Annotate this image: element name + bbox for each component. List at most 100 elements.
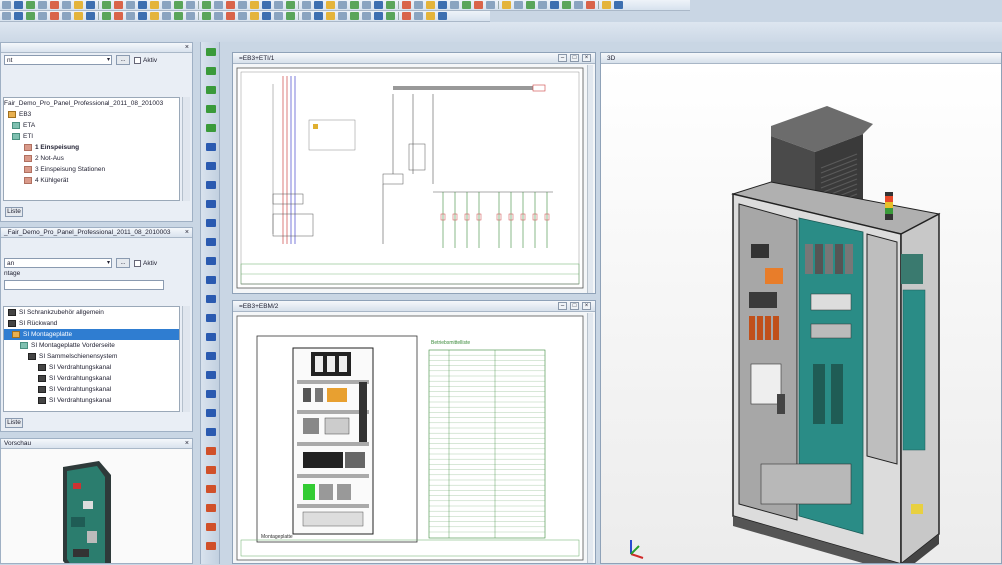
- toolbar-button-icon[interactable]: [2, 12, 11, 20]
- toolbar-button-icon[interactable]: [162, 1, 171, 9]
- toolbar-button-icon[interactable]: [614, 1, 623, 9]
- toolbar-button-icon[interactable]: [414, 1, 423, 9]
- toolbar-button-icon[interactable]: [362, 1, 371, 9]
- drawing-tool-icon[interactable]: [206, 314, 216, 322]
- toolbar-button-icon[interactable]: [362, 12, 371, 20]
- toolbar-button-icon[interactable]: [74, 12, 83, 20]
- toolbar-button-icon[interactable]: [574, 1, 583, 9]
- toolbar-button-icon[interactable]: [126, 1, 135, 9]
- toolbar-button-icon[interactable]: [314, 1, 323, 9]
- tree-item[interactable]: ETA: [4, 120, 179, 131]
- tree-item[interactable]: SI Verdrahtungskanal: [4, 384, 179, 395]
- drawing-tool-icon[interactable]: [206, 124, 216, 132]
- tree-scrollbar[interactable]: [182, 97, 190, 201]
- close-button[interactable]: ×: [582, 54, 591, 62]
- toolbar-button-icon[interactable]: [450, 1, 459, 9]
- close-icon[interactable]: ×: [185, 228, 189, 238]
- filter-options-button[interactable]: ...: [116, 258, 130, 268]
- drawing-tool-icon[interactable]: [206, 86, 216, 94]
- toolbar-button-icon[interactable]: [350, 12, 359, 20]
- toolbar-button-icon[interactable]: [562, 1, 571, 9]
- vertical-scrollbar[interactable]: [587, 313, 593, 563]
- toolbar-button-icon[interactable]: [262, 1, 271, 9]
- toolbar-button-icon[interactable]: [126, 12, 135, 20]
- toolbar-button-icon[interactable]: [374, 1, 383, 9]
- tree-scrollbar[interactable]: [182, 306, 190, 412]
- toolbar-button-icon[interactable]: [438, 12, 447, 20]
- drawing-tool-icon[interactable]: [206, 390, 216, 398]
- toolbar-button-icon[interactable]: [214, 1, 223, 9]
- tree-item[interactable]: SI Verdrahtungskanal: [4, 362, 179, 373]
- toolbar-button-icon[interactable]: [302, 1, 311, 9]
- toolbar-button-icon[interactable]: [174, 1, 183, 9]
- tree-item[interactable]: 2 Not-Aus: [4, 153, 179, 164]
- toolbar-button-icon[interactable]: [262, 12, 271, 20]
- toolbar-button-icon[interactable]: [186, 1, 195, 9]
- active-checkbox[interactable]: Aktiv: [134, 56, 157, 64]
- layout-tree[interactable]: SI Schrankzubehör allgemein SI Rückwand SI…: [3, 306, 180, 412]
- toolbar-button-icon[interactable]: [102, 1, 111, 9]
- drawing-tool-icon[interactable]: [206, 295, 216, 303]
- toolbar-button-icon[interactable]: [2, 1, 11, 9]
- checkbox-box[interactable]: [134, 259, 141, 267]
- tree-item[interactable]: 3 Einspeisung Stationen: [4, 164, 179, 175]
- toolbar-button-icon[interactable]: [138, 1, 147, 9]
- tree-item[interactable]: 1 Einspeisung: [4, 142, 179, 153]
- toolbar-button-icon[interactable]: [402, 12, 411, 20]
- drawing-tool-icon[interactable]: [206, 352, 216, 360]
- toolbar-button-icon[interactable]: [302, 12, 311, 20]
- drawing-tool-icon[interactable]: [206, 485, 216, 493]
- close-icon[interactable]: ×: [185, 43, 189, 53]
- toolbar-button-icon[interactable]: [74, 1, 83, 9]
- toolbar-button-icon[interactable]: [86, 1, 95, 9]
- toolbar-button-icon[interactable]: [250, 1, 259, 9]
- toolbar-button-icon[interactable]: [26, 12, 35, 20]
- toolbar-button-icon[interactable]: [238, 12, 247, 20]
- list-button[interactable]: Liste: [5, 207, 23, 217]
- toolbar-button-icon[interactable]: [502, 1, 511, 9]
- close-icon[interactable]: ×: [185, 439, 189, 449]
- drawing-tool-icon[interactable]: [206, 542, 216, 550]
- toolbar-button-icon[interactable]: [238, 1, 247, 9]
- toolbar-button-icon[interactable]: [338, 12, 347, 20]
- drawing-tool-icon[interactable]: [206, 371, 216, 379]
- list-button[interactable]: Liste: [5, 418, 23, 428]
- toolbar-button-icon[interactable]: [114, 12, 123, 20]
- toolbar-button-icon[interactable]: [514, 1, 523, 9]
- toolbar-button-icon[interactable]: [286, 12, 295, 20]
- tree-item[interactable]: SI Schrankzubehör allgemein: [4, 307, 179, 318]
- tree-item[interactable]: SI Montageplatte Vorderseite: [4, 340, 179, 351]
- drawing-tool-icon[interactable]: [206, 447, 216, 455]
- toolbar-button-icon[interactable]: [438, 1, 447, 9]
- toolbar-button-icon[interactable]: [426, 12, 435, 20]
- toolbar-button-icon[interactable]: [350, 1, 359, 9]
- toolbar-button-icon[interactable]: [50, 1, 59, 9]
- tree-item[interactable]: SI Montageplatte: [4, 329, 179, 340]
- toolbar-button-icon[interactable]: [414, 12, 423, 20]
- toolbar-button-icon[interactable]: [426, 1, 435, 9]
- drawing-tool-icon[interactable]: [206, 409, 216, 417]
- toolbar-button-icon[interactable]: [374, 12, 383, 20]
- tree-item[interactable]: SI Verdrahtungskanal: [4, 395, 179, 406]
- drawing-tool-icon[interactable]: [206, 105, 216, 113]
- toolbar-button-icon[interactable]: [314, 12, 323, 20]
- drawing-tool-icon[interactable]: [206, 143, 216, 151]
- tree-item[interactable]: SI Rückwand: [4, 318, 179, 329]
- tree-item[interactable]: SI Sammelschienensystem: [4, 351, 179, 362]
- toolbar-button-icon[interactable]: [114, 1, 123, 9]
- cabinet-3d-model[interactable]: [601, 64, 1001, 565]
- toolbar-button-icon[interactable]: [174, 12, 183, 20]
- toolbar-button-icon[interactable]: [538, 1, 547, 9]
- maximize-button[interactable]: □: [570, 302, 579, 310]
- maximize-button[interactable]: □: [570, 54, 579, 62]
- toolbar-button-icon[interactable]: [186, 12, 195, 20]
- drawing-tool-icon[interactable]: [206, 67, 216, 75]
- toolbar-button-icon[interactable]: [402, 1, 411, 9]
- toolbar-button-icon[interactable]: [386, 12, 395, 20]
- toolbar-button-icon[interactable]: [274, 1, 283, 9]
- drawing-tool-icon[interactable]: [206, 523, 216, 531]
- drawing-tool-icon[interactable]: [206, 257, 216, 265]
- toolbar-button-icon[interactable]: [462, 1, 471, 9]
- toolbar-button-icon[interactable]: [474, 1, 483, 9]
- toolbar-button-icon[interactable]: [602, 1, 611, 9]
